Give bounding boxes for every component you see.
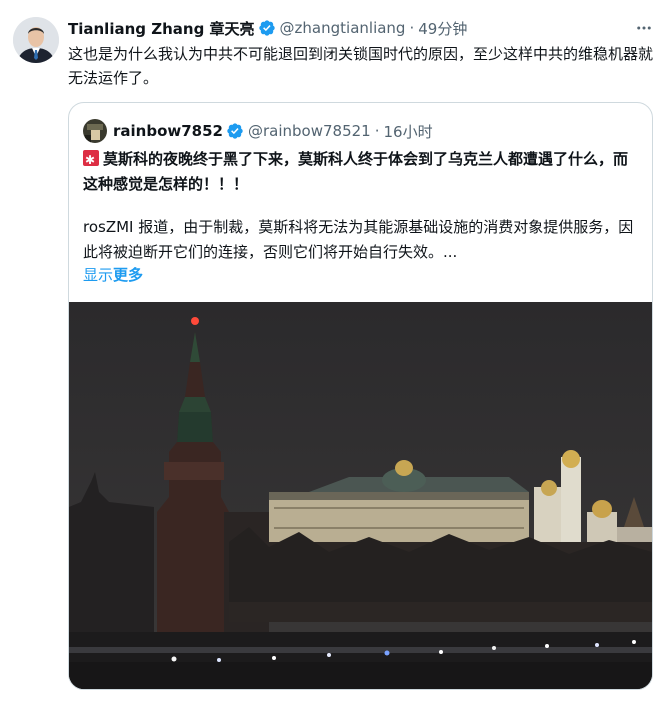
tweet-text: 这也是为什么我认为中共不可能退回到闭关锁国时代的原因，至少这样中共的维稳机器就无… [68,45,654,87]
red-square-emoji-icon [83,148,99,173]
quoted-tweet[interactable]: rainbow7852 @rainbow78521 · 16小时 莫斯科的夜晚终… [68,102,653,690]
quoted-tweet-headline: 莫斯科的夜晚终于黑了下来，莫斯科人终于体会到了乌克兰人都遭遇了什么，而这种感觉是… [83,147,638,197]
verified-badge-icon [227,123,243,139]
tweet-header: Tianliang Zhang 章天亮 @zhangtianliang · 49… [68,16,654,40]
quoted-author-avatar[interactable] [83,119,107,143]
quoted-author-name[interactable]: rainbow7852 [113,122,223,140]
quoted-timestamp[interactable]: 16小时 [384,121,433,142]
tweet-timestamp[interactable]: 49分钟 [418,18,467,39]
quoted-headline-text: 莫斯科的夜晚终于黑了下来，莫斯科人终于体会到了乌克兰人都遭遇了什么，而这种感觉是… [83,150,629,193]
quoted-tweet-header: rainbow7852 @rainbow78521 · 16小时 [83,118,640,144]
quoted-tweet-photo[interactable] [69,302,652,689]
author-handle[interactable]: @zhangtianliang [280,19,406,37]
separator-dot: · [409,19,415,37]
quoted-author-handle[interactable]: @rainbow78521 [248,122,371,140]
more-options-icon[interactable] [634,18,654,38]
tweet[interactable]: Tianliang Zhang 章天亮 @zhangtianliang · 49… [0,0,664,702]
quoted-tweet-body: rosZMI 报道，由于制裁，莫斯科将无法为其能源基础设施的消费对象提供服务，因… [83,218,634,261]
author-avatar[interactable] [13,17,59,63]
show-more-suffix: 更多 [113,266,144,284]
verified-badge-icon [258,20,275,36]
show-more-prefix: 显示 [83,266,114,284]
author-name[interactable]: Tianliang Zhang 章天亮 [68,18,255,39]
kremlin-night-photo [69,302,652,689]
show-more-link[interactable]: 显示更多 [83,263,143,288]
separator-dot: · [374,122,380,140]
